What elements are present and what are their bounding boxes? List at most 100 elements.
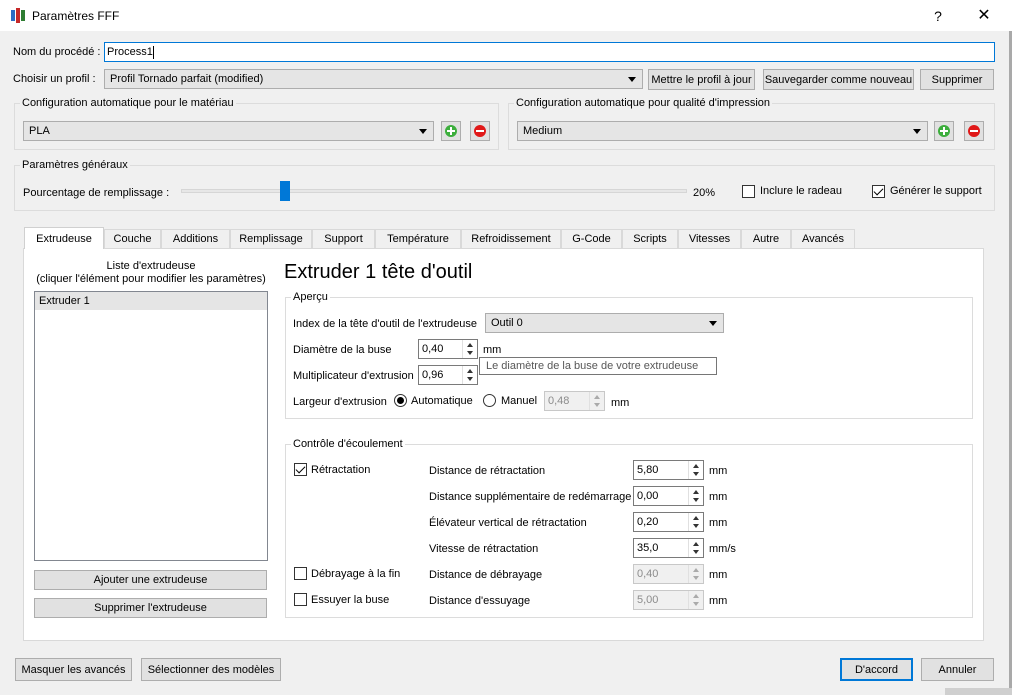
retraction-label: Rétractation: [311, 464, 371, 476]
support-checkbox[interactable]: [872, 185, 885, 198]
retraction-checkbox[interactable]: [294, 463, 307, 476]
vertical-lift-unit: mm: [709, 517, 728, 529]
overview-title: Aperçu: [291, 291, 330, 303]
wipe-distance-stepper[interactable]: 5,00: [633, 590, 704, 610]
extra-restart-unit: mm: [709, 491, 728, 503]
coast-distance-label: Distance de débrayage: [429, 569, 543, 581]
extrusion-multiplier-stepper[interactable]: 0,96: [418, 365, 478, 385]
title-bar: Paramètres FFF ? ✕: [0, 0, 1012, 32]
chevron-down-icon: [709, 321, 717, 326]
chevron-down-icon: [913, 129, 921, 134]
extrusion-width-label: Largeur d'extrusion: [293, 396, 387, 408]
chevron-down-icon: [628, 77, 636, 82]
retraction-distance-stepper[interactable]: 5,80: [633, 460, 704, 480]
retraction-speed-unit: mm/s: [709, 543, 736, 555]
material-select[interactable]: PLA: [23, 121, 434, 141]
nozzle-diameter-stepper[interactable]: 0,40: [418, 339, 478, 359]
extrusion-multiplier-value: 0,96: [422, 369, 444, 381]
process-name-input[interactable]: Process1: [104, 42, 995, 62]
retraction-speed-value: 35,0: [637, 542, 659, 554]
tab-additions[interactable]: Additions: [161, 229, 230, 248]
stepper-arrows-icon[interactable]: [589, 392, 604, 410]
delete-profile-button[interactable]: Supprimer: [920, 69, 994, 90]
nozzle-diameter-value: 0,40: [422, 343, 444, 355]
tab-temperature[interactable]: Température: [375, 229, 461, 248]
raft-checkbox[interactable]: [742, 185, 755, 198]
tab-autre[interactable]: Autre: [741, 229, 791, 248]
extra-restart-stepper[interactable]: 0,00: [633, 486, 704, 506]
hide-advanced-button[interactable]: Masquer les avancés: [15, 658, 132, 681]
stepper-arrows-icon[interactable]: [688, 487, 703, 505]
extruder-list[interactable]: [34, 291, 268, 561]
ok-button[interactable]: D'accord: [840, 658, 913, 681]
stepper-arrows-icon[interactable]: [688, 565, 703, 583]
wipe-checkbox[interactable]: [294, 593, 307, 606]
coast-distance-unit: mm: [709, 569, 728, 581]
stepper-arrows-icon[interactable]: [688, 513, 703, 531]
stepper-arrows-icon[interactable]: [462, 366, 477, 384]
save-as-new-button[interactable]: Sauvegarder comme nouveau: [763, 69, 914, 90]
infill-slider-track[interactable]: [181, 189, 687, 193]
window-title: Paramètres FFF: [32, 9, 120, 23]
flow-control-title: Contrôle d'écoulement: [291, 438, 405, 450]
coast-distance-stepper[interactable]: 0,40: [633, 564, 704, 584]
stepper-arrows-icon[interactable]: [462, 340, 477, 358]
coast-label: Débrayage à la fin: [311, 568, 401, 580]
tool-index-select[interactable]: Outil 0: [485, 313, 724, 333]
remove-extruder-button[interactable]: Supprimer l'extrudeuse: [34, 598, 267, 618]
profile-select[interactable]: Profil Tornado parfait (modified): [104, 69, 643, 89]
tab-refroidissement[interactable]: Refroidissement: [461, 229, 561, 248]
tab-couche[interactable]: Couche: [104, 229, 161, 248]
extrusion-width-stepper[interactable]: 0,48: [544, 391, 605, 411]
extruder-list-hint: (cliquer l'élément pour modifier les par…: [36, 273, 266, 285]
retraction-distance-unit: mm: [709, 465, 728, 477]
tab-support[interactable]: Support: [312, 229, 375, 248]
tab-scripts[interactable]: Scripts: [622, 229, 678, 248]
app-logo-icon: [11, 8, 25, 23]
tab-avances[interactable]: Avancés: [791, 229, 855, 248]
remove-material-button[interactable]: [470, 121, 490, 141]
retraction-speed-stepper[interactable]: 35,0: [633, 538, 704, 558]
wipe-distance-label: Distance d'essuyage: [429, 595, 531, 607]
width-manual-radio[interactable]: [483, 394, 496, 407]
retraction-distance-value: 5,80: [637, 464, 659, 476]
coast-checkbox[interactable]: [294, 567, 307, 580]
close-button[interactable]: ✕: [966, 4, 1002, 28]
remove-quality-button[interactable]: [964, 121, 984, 141]
quality-config-title: Configuration automatique pour qualité d…: [514, 97, 773, 109]
vertical-lift-stepper[interactable]: 0,20: [633, 512, 704, 532]
coast-distance-value: 0,40: [637, 568, 659, 580]
add-quality-button[interactable]: [934, 121, 954, 141]
minus-icon: [968, 125, 980, 137]
quality-select[interactable]: Medium: [517, 121, 928, 141]
tab-vitesses[interactable]: Vitesses: [678, 229, 741, 248]
nozzle-diameter-unit: mm: [483, 344, 502, 356]
profile-selected: Profil Tornado parfait (modified): [110, 73, 264, 85]
retraction-speed-label: Vitesse de rétractation: [429, 543, 539, 555]
tab-remplissage[interactable]: Remplissage: [230, 229, 312, 248]
help-button[interactable]: ?: [924, 4, 952, 28]
width-auto-radio[interactable]: [394, 394, 407, 407]
select-models-button[interactable]: Sélectionner des modèles: [141, 658, 281, 681]
tab-extrudeuse[interactable]: Extrudeuse: [24, 227, 104, 249]
nozzle-tooltip: Le diamètre de la buse de votre extrudeu…: [479, 357, 717, 375]
stepper-arrows-icon[interactable]: [688, 591, 703, 609]
extra-restart-label: Distance supplémentaire de redémarrage: [429, 491, 632, 503]
add-material-button[interactable]: [441, 121, 461, 141]
wipe-distance-unit: mm: [709, 595, 728, 607]
tab-gcode[interactable]: G-Code: [561, 229, 622, 248]
stepper-arrows-icon[interactable]: [688, 539, 703, 557]
chevron-down-icon: [419, 129, 427, 134]
plus-icon: [938, 125, 950, 137]
infill-slider-handle[interactable]: [280, 181, 290, 201]
stepper-arrows-icon[interactable]: [688, 461, 703, 479]
list-item[interactable]: Extruder 1: [35, 292, 267, 310]
extrusion-width-value: 0,48: [548, 395, 570, 407]
update-profile-button[interactable]: Mettre le profil à jour: [648, 69, 755, 90]
cancel-button[interactable]: Annuler: [921, 658, 994, 681]
add-extruder-button[interactable]: Ajouter une extrudeuse: [34, 570, 267, 590]
extrusion-multiplier-label: Multiplicateur d'extrusion: [293, 370, 414, 382]
support-label: Générer le support: [890, 185, 982, 197]
process-name-label: Nom du procédé :: [13, 46, 101, 58]
nozzle-diameter-label: Diamètre de la buse: [293, 344, 392, 356]
